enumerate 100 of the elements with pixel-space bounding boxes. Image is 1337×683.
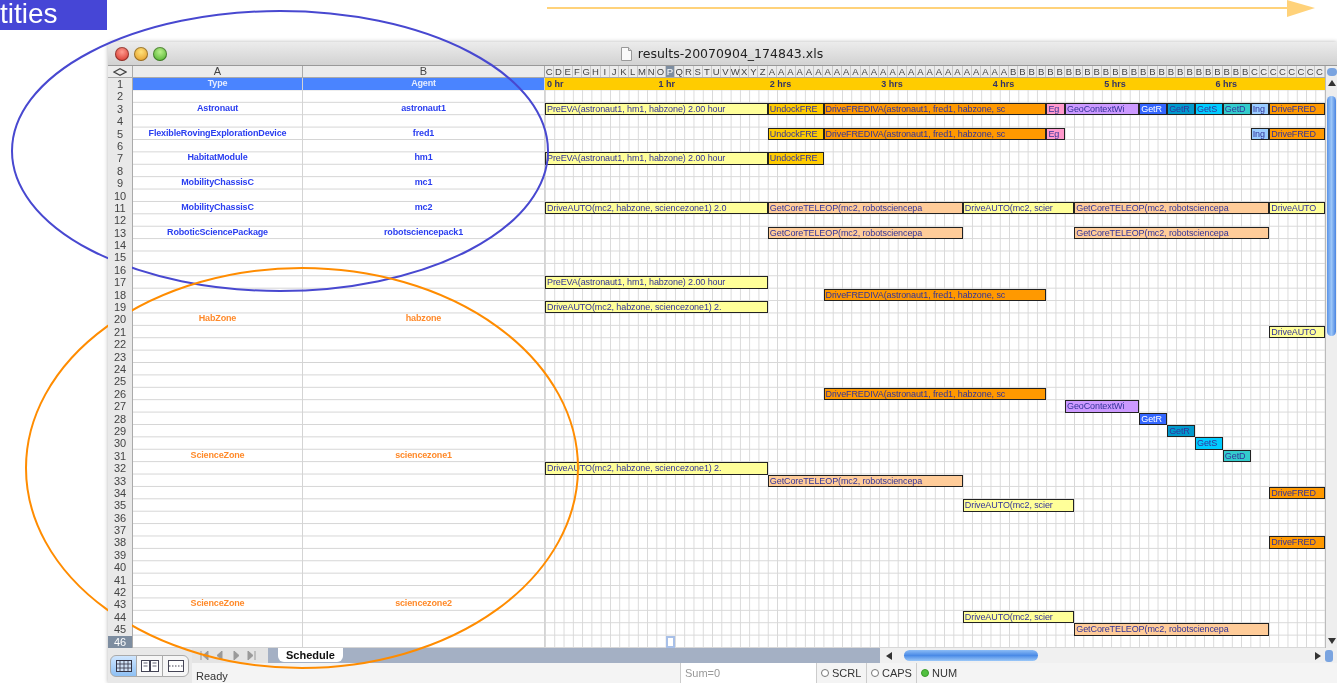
task-bar[interactable]: GetD bbox=[1222, 449, 1251, 463]
task-bar[interactable]: GetR bbox=[1139, 412, 1168, 425]
column-header[interactable]: B bbox=[1231, 66, 1242, 77]
scroll-thumb[interactable] bbox=[1327, 96, 1336, 336]
column-header[interactable]: A bbox=[990, 66, 1000, 77]
column-header[interactable]: F bbox=[572, 66, 583, 77]
column-header[interactable]: R bbox=[684, 66, 694, 77]
column-header[interactable]: C bbox=[1287, 66, 1297, 77]
task-bar[interactable]: PreEVA(astronaut1, hm1, habzone) 2.00 hour bbox=[545, 102, 768, 116]
column-header[interactable]: A bbox=[832, 66, 842, 77]
column-header[interactable]: C bbox=[1306, 66, 1316, 77]
column-header[interactable]: A bbox=[842, 66, 852, 77]
task-bar[interactable]: DriveAUTO(mc2, scier bbox=[962, 499, 1075, 512]
column-header[interactable]: A bbox=[804, 66, 815, 77]
column-header[interactable]: N bbox=[647, 66, 657, 77]
column-header[interactable]: B bbox=[1055, 66, 1065, 77]
task-bar[interactable]: GeoContextWi bbox=[1065, 102, 1140, 116]
column-header[interactable]: A bbox=[814, 66, 824, 77]
column-header[interactable]: C bbox=[1315, 66, 1325, 77]
column-header[interactable]: A bbox=[925, 66, 935, 77]
task-bar[interactable]: DriveFREDIVA(astronaut1, fred1, habzone, sc bbox=[823, 102, 1047, 116]
column-header[interactable]: A bbox=[953, 66, 963, 77]
task-bar[interactable]: DriveAUTO bbox=[1269, 325, 1325, 339]
column-header[interactable]: B bbox=[1036, 66, 1047, 77]
column-header[interactable]: B bbox=[1092, 66, 1102, 77]
column-header[interactable]: G bbox=[582, 66, 592, 77]
task-bar[interactable]: GetCoreTELEOP(mc2, robotsciencepa bbox=[767, 474, 963, 487]
column-header[interactable]: B bbox=[1166, 66, 1177, 77]
column-header[interactable]: A bbox=[971, 66, 982, 77]
task-bar[interactable]: DriveAUTO(mc2, habzone, sciencezone1) 2.0 bbox=[545, 201, 768, 215]
column-header[interactable]: B bbox=[1101, 66, 1112, 77]
column-header[interactable]: X bbox=[739, 66, 750, 77]
task-bar[interactable]: UndockFRE bbox=[767, 152, 824, 165]
column-header[interactable]: H bbox=[591, 66, 601, 77]
column-header[interactable]: A bbox=[981, 66, 991, 77]
column-header[interactable]: A bbox=[934, 66, 945, 77]
column-header[interactable]: B bbox=[1064, 66, 1075, 77]
task-bar[interactable]: UndockFRE bbox=[767, 127, 824, 140]
task-bar[interactable]: GetCoreTELEOP(mc2, robotsciencepa bbox=[1074, 201, 1270, 215]
column-header[interactable]: A bbox=[944, 66, 954, 77]
column-header[interactable]: B bbox=[1083, 66, 1093, 77]
column-header[interactable]: B bbox=[1194, 66, 1204, 77]
column-header[interactable]: A bbox=[906, 66, 917, 77]
view-button[interactable] bbox=[110, 654, 137, 677]
view-button[interactable] bbox=[162, 654, 189, 677]
task-bar[interactable]: DriveAUTO bbox=[1269, 201, 1325, 215]
column-header[interactable]: A bbox=[897, 66, 907, 77]
task-bar[interactable]: DriveAUTO(mc2, habzone, sciencezone1) 2. bbox=[545, 301, 768, 314]
column-header[interactable]: A bbox=[962, 66, 972, 77]
task-bar[interactable]: DriveFRED bbox=[1269, 102, 1325, 116]
column-header[interactable]: B bbox=[1139, 66, 1149, 77]
column-header[interactable]: C bbox=[545, 66, 555, 77]
close-button[interactable] bbox=[115, 46, 129, 61]
horizontal-scrollbar[interactable] bbox=[880, 648, 1337, 663]
task-bar[interactable]: GetR bbox=[1139, 102, 1168, 116]
task-bar[interactable]: DriveAUTO(mc2, scier bbox=[962, 610, 1075, 624]
task-bar[interactable]: Eg bbox=[1046, 102, 1065, 116]
column-header[interactable]: O bbox=[656, 66, 666, 77]
column-header[interactable]: S bbox=[693, 66, 703, 77]
column-header[interactable]: D bbox=[554, 66, 564, 77]
column-header[interactable]: B bbox=[303, 66, 545, 78]
row-number[interactable]: 20 bbox=[108, 313, 132, 326]
task-bar[interactable]: DriveFRED bbox=[1269, 486, 1325, 500]
column-header[interactable]: I bbox=[600, 66, 610, 77]
column-header[interactable]: L bbox=[628, 66, 638, 77]
task-bar[interactable]: UndockFRE bbox=[767, 102, 824, 116]
column-header[interactable]: B bbox=[1157, 66, 1167, 77]
select-all-icon[interactable] bbox=[113, 67, 127, 76]
column-header[interactable]: A bbox=[860, 66, 870, 77]
column-header[interactable]: Y bbox=[749, 66, 759, 77]
column-header[interactable]: B bbox=[1213, 66, 1223, 77]
column-header[interactable]: B bbox=[1018, 66, 1028, 77]
column-header[interactable]: K bbox=[619, 66, 629, 77]
column-header[interactable]: B bbox=[1120, 66, 1130, 77]
task-bar[interactable]: GetCoreTELEOP(mc2, robotsciencepa bbox=[1074, 226, 1270, 240]
column-header[interactable]: B bbox=[1203, 66, 1214, 77]
task-bar[interactable]: GetCoreTELEOP(mc2, robotsciencepa bbox=[767, 226, 963, 240]
column-header[interactable]: A bbox=[777, 66, 787, 77]
task-bar[interactable]: DriveAUTO(mc2, scier bbox=[962, 201, 1075, 215]
left-arrow-icon[interactable] bbox=[886, 651, 892, 660]
column-header[interactable]: A bbox=[795, 66, 805, 77]
task-bar[interactable]: Ing bbox=[1250, 102, 1270, 116]
column-header[interactable]: T bbox=[702, 66, 713, 77]
task-bar[interactable]: DriveFREDIVA(astronaut1, fred1, habzone, sc bbox=[823, 387, 1047, 401]
column-header[interactable]: M bbox=[637, 66, 648, 77]
column-header[interactable]: B bbox=[1046, 66, 1056, 77]
column-header[interactable]: A bbox=[851, 66, 861, 77]
task-bar[interactable]: Ing bbox=[1250, 127, 1270, 140]
column-header[interactable]: A bbox=[916, 66, 926, 77]
minimize-button[interactable] bbox=[134, 46, 148, 61]
task-bar[interactable]: DriveFRED bbox=[1269, 536, 1325, 549]
column-header[interactable]: A bbox=[786, 66, 796, 77]
column-header[interactable]: B bbox=[1009, 66, 1019, 77]
column-header[interactable]: U bbox=[712, 66, 722, 77]
view-button[interactable] bbox=[136, 654, 163, 677]
zoom-button[interactable] bbox=[153, 46, 167, 61]
column-header[interactable]: A bbox=[888, 66, 898, 77]
column-header[interactable]: B bbox=[1111, 66, 1121, 77]
column-header[interactable]: A bbox=[869, 66, 880, 77]
column-header[interactable]: C bbox=[1268, 66, 1279, 77]
